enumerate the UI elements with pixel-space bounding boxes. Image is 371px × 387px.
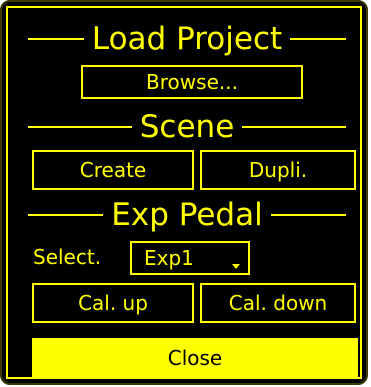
exp-pedal-select-value: Exp1 <box>144 246 194 270</box>
header-rule-left <box>28 214 104 216</box>
browse-button[interactable]: Browse... <box>81 65 303 99</box>
calibrate-up-button[interactable]: Cal. up <box>32 283 194 323</box>
duplicate-scene-button[interactable]: Dupli. <box>200 150 356 190</box>
load-project-header: Load Project <box>28 21 347 57</box>
scene-header: Scene <box>28 109 347 145</box>
create-scene-button[interactable]: Create <box>32 150 194 190</box>
exp-pedal-select[interactable]: Exp1 <box>130 241 250 275</box>
scene-title: Scene <box>139 109 235 145</box>
header-rule-left <box>28 126 132 128</box>
load-project-title: Load Project <box>91 21 283 57</box>
select-label: Select. <box>33 245 102 269</box>
exp-pedal-title: Exp Pedal <box>111 197 263 233</box>
close-button[interactable]: Close <box>32 338 358 378</box>
load-project-panel: Load Project Browse... Scene Create Dupl… <box>0 0 368 385</box>
header-rule-right <box>242 126 347 128</box>
header-rule-right <box>270 214 347 216</box>
chevron-down-icon <box>232 264 240 269</box>
header-rule-left <box>28 38 84 40</box>
calibrate-down-button[interactable]: Cal. down <box>200 283 356 323</box>
exp-pedal-header: Exp Pedal <box>28 197 347 233</box>
header-rule-right <box>290 38 347 40</box>
